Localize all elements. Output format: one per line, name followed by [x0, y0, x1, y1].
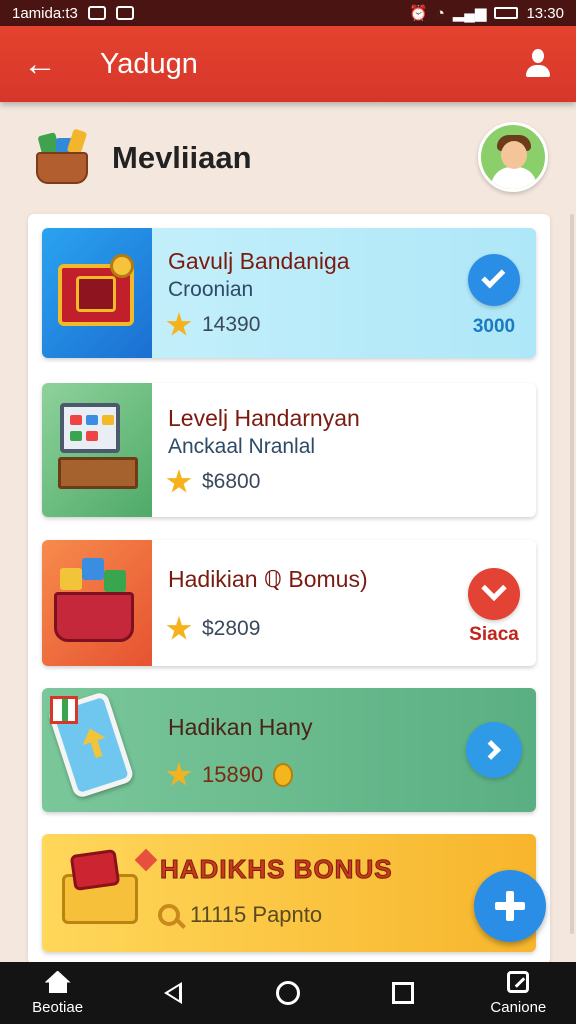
- app-bar-title: Yadugn: [100, 47, 198, 80]
- status-time: 13:30: [526, 4, 564, 22]
- offer-title: Levelj Handarnyan: [168, 405, 360, 431]
- offer-title: Hadikan Hany: [168, 714, 313, 740]
- nav-recents[interactable]: [355, 962, 451, 1024]
- alarm-icon: ⏰: [409, 5, 428, 22]
- points-value: 15890: [202, 762, 264, 787]
- offer-points: $6800: [166, 469, 260, 495]
- chevron-right-icon[interactable]: [466, 722, 522, 778]
- offer-points: 11115 Papnto: [158, 902, 322, 928]
- star-icon: [166, 762, 192, 786]
- page-title: Mevliiaan: [112, 140, 252, 175]
- image-icon: [115, 6, 134, 20]
- coin-icon: [273, 763, 294, 787]
- circle-icon: [275, 981, 300, 1005]
- offer-points: 15890: [166, 762, 294, 788]
- offer-points: $2809: [166, 616, 260, 642]
- treasure-chest-icon: [42, 228, 152, 358]
- star-icon: [166, 469, 192, 493]
- nav-home-circle[interactable]: [240, 962, 336, 1024]
- nav-home[interactable]: Beotiae: [10, 962, 106, 1024]
- bottom-nav-bar: Beotiae Canione: [0, 962, 576, 1024]
- person-icon: [524, 49, 552, 79]
- search-icon: [158, 904, 180, 926]
- offer-points: 14390: [166, 312, 260, 338]
- offer-title: Hadikian ℚ Bomus): [168, 566, 368, 592]
- add-button[interactable]: [474, 870, 546, 942]
- status-left-text: 1amida:t3: [12, 4, 78, 22]
- page-header: Mevliiaan: [0, 112, 576, 212]
- offer-card[interactable]: Hadikan Hany 15890: [42, 688, 536, 812]
- points-value: $6800: [202, 470, 261, 493]
- points-value: $2809: [202, 617, 261, 640]
- points-value: 11115 Papnto: [190, 902, 323, 927]
- nav-right-label: Canione: [490, 998, 547, 1016]
- wifi-icon: ◔: [435, 4, 445, 22]
- nav-back[interactable]: [125, 962, 221, 1024]
- star-icon: [166, 312, 192, 336]
- offer-card[interactable]: Levelj Handarnyan Anckaal Nranlal $6800: [42, 383, 536, 517]
- back-triangle-icon: [163, 982, 182, 1004]
- offer-subtitle: Anckaal Nranlal: [168, 435, 316, 458]
- square-icon: [392, 982, 415, 1004]
- star-icon: [166, 616, 192, 640]
- gift-basket-icon: [32, 126, 92, 186]
- offer-side-value: Siaca: [469, 624, 519, 645]
- nav-home-label: Beotiae: [32, 998, 84, 1016]
- offer-title: HADIKHS BONUS: [160, 854, 393, 885]
- points-value: 14390: [202, 313, 261, 336]
- toy-basket-icon: [42, 540, 152, 666]
- offer-side-value: 3000: [472, 316, 516, 337]
- home-icon: [45, 971, 71, 993]
- battery-icon: [494, 7, 519, 19]
- offer-subtitle: Croonian: [168, 278, 254, 301]
- offer-card[interactable]: HADIKHS BONUS 11115 Papnto: [42, 834, 536, 952]
- bonus-chest-icon: [42, 834, 158, 952]
- check-badge-icon[interactable]: [468, 254, 520, 306]
- heart-badge-icon[interactable]: [468, 568, 520, 620]
- edit-icon: [507, 970, 530, 993]
- offer-card[interactable]: Hadikian ℚ Bomus) $2809 Siaca: [42, 540, 536, 666]
- nav-right[interactable]: Canione: [470, 962, 566, 1024]
- scrollbar[interactable]: [570, 214, 574, 934]
- avatar[interactable]: [478, 122, 548, 192]
- phone-gift-icon: [42, 688, 152, 812]
- status-bar: 1amida:t3 ⏰ ◔ ▂▄▆ 13:30: [0, 0, 576, 26]
- offer-title: Gavulj Bandaniga: [168, 248, 350, 274]
- offer-card[interactable]: Gavulj Bandaniga Croonian 14390 3000: [42, 228, 536, 358]
- app-bar: ← Yadugn: [0, 26, 576, 102]
- back-arrow-icon[interactable]: ←: [0, 26, 80, 102]
- plus-icon: [495, 891, 525, 921]
- tablet-desk-icon: [42, 383, 152, 517]
- profile-button[interactable]: [500, 26, 576, 102]
- notification-icon: [87, 6, 106, 20]
- signal-icon: ▂▄▆: [452, 5, 487, 22]
